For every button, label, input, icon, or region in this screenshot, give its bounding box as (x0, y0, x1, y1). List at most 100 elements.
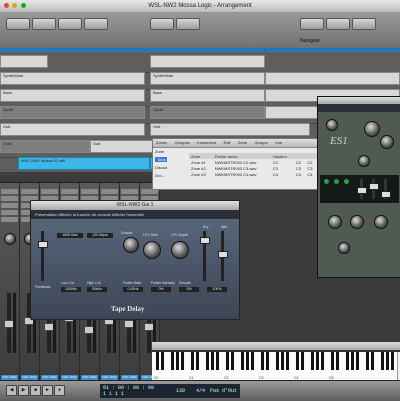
black-key[interactable] (155, 352, 159, 370)
tab-instrument[interactable]: Instrument (194, 139, 219, 147)
flutter-rate-display[interactable]: 0.00Hz (123, 287, 143, 292)
black-key[interactable] (335, 352, 339, 370)
region[interactable]: Synth/Mute (0, 72, 145, 85)
black-key[interactable] (245, 352, 249, 370)
black-key[interactable] (190, 352, 194, 370)
region[interactable]: WSL-NW2 Mossa 02.aiff (18, 157, 150, 170)
minimize-button[interactable] (12, 3, 18, 8)
black-key[interactable] (345, 352, 349, 370)
wet-display[interactable]: 100% (207, 287, 227, 292)
black-key[interactable] (285, 352, 289, 370)
black-key[interactable] (380, 352, 384, 370)
black-key[interactable] (160, 352, 164, 370)
region[interactable]: Synth (0, 106, 145, 119)
black-key[interactable] (315, 352, 319, 370)
dry-slider[interactable] (38, 231, 48, 281)
black-key[interactable] (250, 352, 254, 370)
tab-view[interactable]: Vue (272, 139, 285, 147)
tab-groups[interactable]: Groupes (172, 139, 193, 147)
insert-slot[interactable] (101, 189, 118, 194)
black-key[interactable] (205, 352, 209, 370)
play-button[interactable]: ► (42, 385, 53, 396)
toolbar-button[interactable] (352, 18, 376, 30)
insert-slot[interactable] (1, 189, 18, 194)
sidebar-item-discod[interactable]: Discod (155, 165, 167, 170)
toolbar-button[interactable] (300, 18, 324, 30)
volume-knob[interactable] (374, 215, 388, 229)
black-key[interactable] (300, 352, 304, 370)
lfo-depth-knob[interactable] (171, 241, 189, 259)
toolbar-button[interactable] (32, 18, 56, 30)
sidebar-item-all[interactable]: Tous (155, 157, 168, 162)
insert-slot[interactable] (1, 203, 18, 208)
tempo-display[interactable]: 120.0bpm (87, 233, 113, 238)
region[interactable] (0, 55, 48, 68)
insert-slot[interactable] (1, 196, 18, 201)
tab-group[interactable]: Groupe (251, 139, 270, 147)
black-key[interactable] (310, 352, 314, 370)
black-key[interactable] (330, 352, 334, 370)
black-key[interactable] (180, 352, 184, 370)
black-key[interactable] (230, 352, 234, 370)
table-row[interactable]: Zone #3 NWKMSTR003 C4.wav C4 C4 C4 (189, 171, 317, 177)
lfo-rate-knob[interactable] (143, 241, 161, 259)
toolbar-button[interactable] (58, 18, 82, 30)
toolbar-button[interactable] (150, 18, 174, 30)
black-key[interactable] (215, 352, 219, 370)
rewind-button[interactable]: ◀ (6, 385, 17, 396)
black-key[interactable] (385, 352, 389, 370)
black-key[interactable] (225, 352, 229, 370)
stop-button[interactable]: ■ (30, 385, 41, 396)
insert-slot[interactable] (61, 189, 78, 194)
resonance-knob[interactable] (380, 135, 394, 149)
region[interactable]: Guit (150, 123, 310, 136)
lfo-knob[interactable] (328, 215, 342, 229)
region[interactable]: Bass (150, 89, 265, 102)
toolbar-button[interactable] (6, 18, 30, 30)
zoom-button[interactable] (20, 3, 26, 8)
sidebar-item-group[interactable]: Gro... (155, 173, 165, 178)
black-key[interactable] (265, 352, 269, 370)
black-key[interactable] (365, 352, 369, 370)
toolbar-button[interactable] (84, 18, 108, 30)
black-key[interactable] (370, 352, 374, 370)
record-button[interactable]: ● (54, 385, 65, 396)
insert-slot[interactable] (81, 189, 98, 194)
black-key[interactable] (295, 352, 299, 370)
black-key[interactable] (195, 352, 199, 370)
insert-slot[interactable] (1, 210, 18, 215)
region[interactable]: Synth (150, 106, 265, 119)
region[interactable]: Guit (0, 123, 145, 136)
region[interactable]: Synth/Mute (150, 72, 265, 85)
insert-slot[interactable] (21, 189, 38, 194)
volume-fader[interactable] (4, 293, 16, 353)
low-cut-display[interactable]: 1000Hz (61, 287, 81, 292)
smooth-display[interactable]: 0% (179, 287, 199, 292)
region[interactable]: Bass (0, 89, 145, 102)
dry-level-slider[interactable] (200, 231, 210, 281)
black-key[interactable] (275, 352, 279, 370)
black-key[interactable] (175, 352, 179, 370)
tab-zone[interactable]: Zone (235, 139, 250, 147)
black-key[interactable] (320, 352, 324, 370)
black-key[interactable] (390, 352, 394, 370)
black-key[interactable] (280, 352, 284, 370)
tab-zones[interactable]: Zones (153, 139, 170, 147)
cutoff-knob[interactable] (364, 121, 380, 137)
black-key[interactable] (260, 352, 264, 370)
tab-edit[interactable]: Édit (221, 139, 234, 147)
region[interactable]: Lead (0, 140, 90, 153)
region[interactable] (150, 55, 265, 68)
region[interactable] (265, 72, 400, 85)
transport-display[interactable]: 01 : 00 : 00 : 00 1 1 1 1 130 4/4 Pas d'… (100, 384, 240, 398)
insert-slot[interactable] (121, 189, 138, 194)
black-key[interactable] (240, 352, 244, 370)
drive-knob[interactable] (358, 155, 370, 167)
black-key[interactable] (350, 352, 354, 370)
chorus-knob[interactable] (338, 242, 350, 254)
glide-knob[interactable] (350, 215, 364, 229)
black-key[interactable] (355, 352, 359, 370)
forward-button[interactable]: ▶ (18, 385, 29, 396)
black-key[interactable] (210, 352, 214, 370)
insert-slot[interactable] (1, 217, 18, 222)
